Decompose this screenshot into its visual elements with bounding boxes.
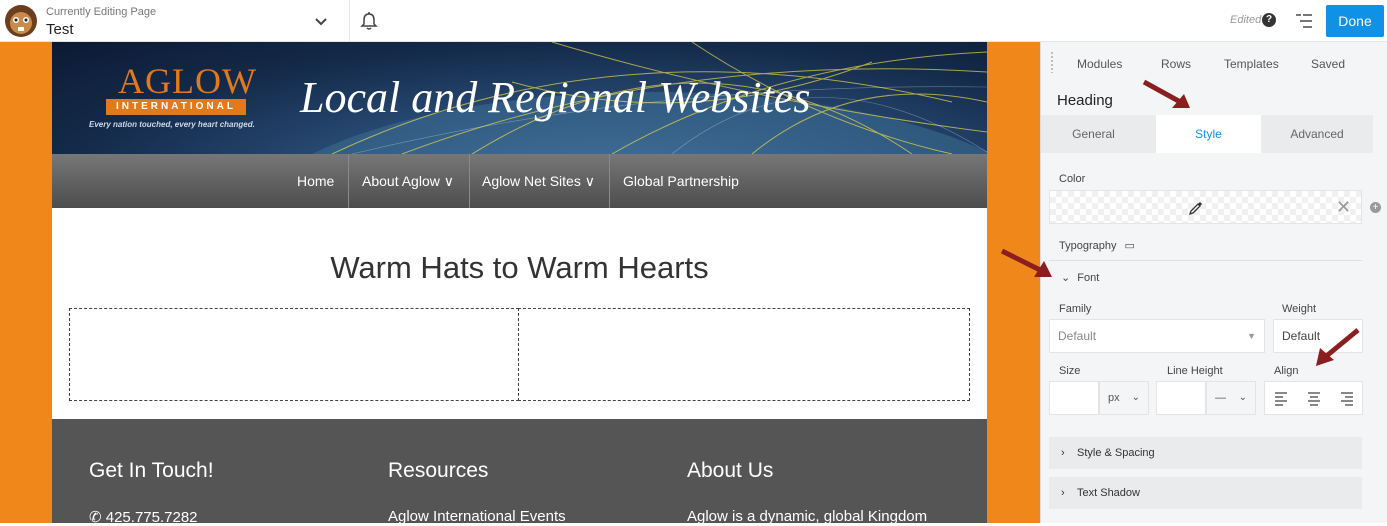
page-canvas: AGLOW INTERNATIONAL Every nation touched…: [0, 42, 1040, 526]
desktop-icon[interactable]: ▭: [1125, 240, 1135, 252]
top-bar: Currently Editing Page Test Edited ? Don…: [0, 0, 1387, 42]
drag-handle-icon[interactable]: [1050, 51, 1054, 73]
eyedropper-icon[interactable]: [1188, 200, 1204, 216]
nav-item-home[interactable]: Home: [297, 154, 334, 208]
subtab-advanced[interactable]: Advanced: [1261, 115, 1373, 153]
phone-number: 425.775.7282: [105, 509, 198, 526]
empty-column-right[interactable]: [518, 308, 970, 401]
footer-resource-link[interactable]: Aglow International Events: [388, 508, 566, 525]
nav-separator: [348, 154, 349, 208]
panel-title: Heading: [1057, 92, 1113, 109]
nav-item-about[interactable]: About Aglow ∨: [362, 154, 454, 208]
tab-saved[interactable]: Saved: [1311, 57, 1345, 71]
annotation-arrow-icon: [1316, 328, 1360, 366]
site-nav: Home About Aglow ∨ Aglow Net Sites ∨ Glo…: [52, 154, 987, 208]
outline-list-icon[interactable]: [1293, 10, 1315, 32]
aglow-logo-text: AGLOW: [118, 61, 257, 101]
settings-subtabs: General Style Advanced: [1041, 115, 1373, 153]
bell-icon[interactable]: [360, 11, 378, 31]
heading-module[interactable]: Warm Hats to Warm Hearts: [52, 250, 987, 286]
subtab-general[interactable]: General: [1041, 115, 1146, 153]
nav-item-net-sites[interactable]: Aglow Net Sites ∨: [482, 154, 595, 208]
line-height-unit-select[interactable]: — ⌄: [1206, 381, 1256, 415]
clear-color-icon[interactable]: ✕: [1336, 197, 1351, 218]
subtab-style[interactable]: Style: [1156, 115, 1261, 153]
nav-separator: [469, 154, 470, 208]
annotation-arrow-icon: [1142, 79, 1190, 108]
style-spacing-section[interactable]: › Style & Spacing: [1049, 437, 1362, 469]
divider: [349, 0, 350, 42]
footer-phone[interactable]: ✆ 425.775.7282: [89, 508, 198, 526]
color-label: Color: [1059, 173, 1086, 185]
align-right-icon[interactable]: [1331, 382, 1364, 414]
tab-templates[interactable]: Templates: [1224, 57, 1279, 71]
typography-label: Typography ▭: [1059, 240, 1135, 252]
font-size-input[interactable]: [1049, 381, 1099, 415]
text-shadow-section[interactable]: › Text Shadow: [1049, 477, 1362, 509]
currently-editing-label: Currently Editing Page: [46, 6, 157, 18]
edited-status: Edited: [1230, 14, 1262, 26]
annotation-arrow-icon: [1000, 248, 1052, 277]
size-unit-select[interactable]: px ⌄: [1099, 381, 1149, 415]
add-color-icon[interactable]: +: [1370, 202, 1381, 213]
page-preview: AGLOW INTERNATIONAL Every nation touched…: [52, 42, 987, 526]
banner-title: Local and Regional Websites: [300, 73, 811, 122]
align-left-icon[interactable]: [1265, 382, 1298, 414]
tab-rows[interactable]: Rows: [1161, 57, 1191, 71]
site-footer: Get In Touch! ✆ 425.775.7282 Resources A…: [52, 419, 987, 526]
page-title[interactable]: Test: [46, 21, 74, 38]
footer-title-resources: Resources: [388, 459, 489, 482]
nav-separator: [609, 154, 610, 208]
line-height-input[interactable]: [1156, 381, 1206, 415]
settings-panel: Modules Rows Templates Saved Heading Gen…: [1040, 42, 1387, 523]
footer-title-about: About Us: [687, 459, 774, 482]
nav-item-global-partnership[interactable]: Global Partnership: [623, 154, 739, 208]
help-icon[interactable]: ?: [1262, 13, 1276, 27]
aglow-tagline: Every nation touched, every heart change…: [89, 120, 255, 129]
tab-modules[interactable]: Modules: [1077, 57, 1122, 71]
align-center-icon[interactable]: [1298, 382, 1331, 414]
aglow-logo-band: INTERNATIONAL: [106, 99, 246, 115]
phone-icon: ✆: [89, 509, 102, 526]
chevron-down-icon[interactable]: [312, 12, 330, 30]
font-family-select[interactable]: Default ▼: [1049, 319, 1265, 353]
chevron-down-icon: ⌄: [1061, 272, 1071, 284]
font-section-toggle[interactable]: ⌄ Font: [1061, 271, 1099, 284]
divider: [1049, 260, 1362, 261]
chevron-right-icon: ›: [1061, 487, 1065, 499]
size-label: Size: [1059, 365, 1081, 377]
site-banner: AGLOW INTERNATIONAL Every nation touched…: [52, 42, 987, 154]
chevron-right-icon: ›: [1061, 447, 1065, 459]
done-button[interactable]: Done: [1326, 5, 1384, 37]
empty-column-left[interactable]: [69, 308, 519, 401]
color-picker-field[interactable]: ✕: [1049, 190, 1362, 224]
align-button-group: [1264, 381, 1363, 415]
line-height-label: Line Height: [1167, 365, 1223, 377]
beaver-builder-logo-icon: [5, 5, 37, 37]
weight-label: Weight: [1282, 303, 1317, 315]
footer-about-text: Aglow is a dynamic, global Kingdom: [687, 508, 928, 525]
footer-title-get-in-touch: Get In Touch!: [89, 459, 214, 482]
family-label: Family: [1059, 303, 1092, 315]
align-label: Align: [1274, 365, 1299, 377]
